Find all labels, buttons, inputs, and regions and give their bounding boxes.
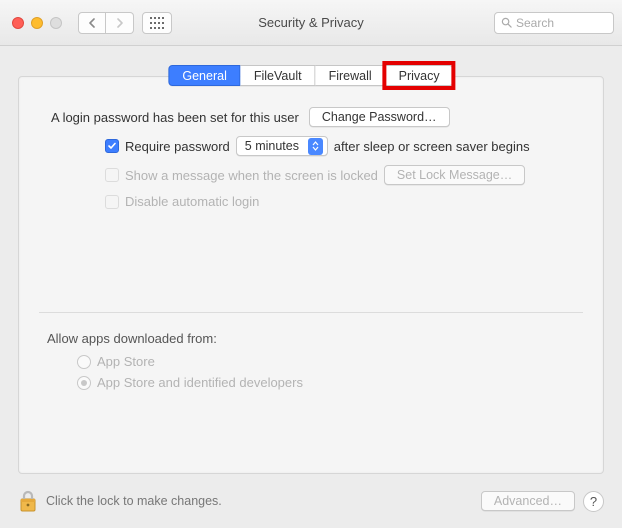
title-bar: Security & Privacy Search xyxy=(0,0,622,46)
search-icon xyxy=(501,17,512,28)
button-label: Change Password… xyxy=(322,110,437,124)
tab-bar: General FileVault Firewall Privacy xyxy=(168,65,453,86)
change-password-button[interactable]: Change Password… xyxy=(309,107,450,127)
tab-general[interactable]: General xyxy=(168,65,240,86)
button-label: Advanced… xyxy=(494,494,562,508)
tab-firewall[interactable]: Firewall xyxy=(316,65,386,86)
preferences-body: General FileVault Firewall Privacy A log… xyxy=(0,46,622,528)
tab-label: FileVault xyxy=(254,69,302,83)
radio-app-store xyxy=(77,355,91,369)
require-password-delay-select[interactable]: 5 minutes xyxy=(236,136,328,156)
select-value: 5 minutes xyxy=(245,139,299,153)
require-password-label: Require password xyxy=(125,139,230,154)
nav-buttons xyxy=(78,12,134,34)
show-message-checkbox xyxy=(105,168,119,182)
downloads-heading: Allow apps downloaded from: xyxy=(47,331,575,346)
tab-label: General xyxy=(182,69,226,83)
chevron-up-down-icon xyxy=(308,138,323,155)
close-window-button[interactable] xyxy=(12,17,24,29)
lock-text: Click the lock to make changes. xyxy=(46,494,222,508)
tab-label: Privacy xyxy=(399,69,440,83)
radio-label: App Store xyxy=(97,354,155,369)
general-panel: A login password has been set for this u… xyxy=(18,76,604,474)
radio-app-store-identified xyxy=(77,376,91,390)
button-label: Set Lock Message… xyxy=(397,168,512,182)
forward-button[interactable] xyxy=(106,12,134,34)
help-label: ? xyxy=(590,494,597,509)
login-password-text: A login password has been set for this u… xyxy=(51,110,299,125)
radio-label: App Store and identified developers xyxy=(97,375,303,390)
show-message-label: Show a message when the screen is locked xyxy=(125,168,378,183)
require-password-after-text: after sleep or screen saver begins xyxy=(334,139,530,154)
divider xyxy=(39,312,583,313)
disable-auto-login-label: Disable automatic login xyxy=(125,194,259,209)
minimize-window-button[interactable] xyxy=(31,17,43,29)
footer-bar: Click the lock to make changes. Advanced… xyxy=(18,484,604,518)
tab-privacy[interactable]: Privacy xyxy=(386,65,454,86)
disable-auto-login-checkbox xyxy=(105,195,119,209)
zoom-window-button xyxy=(50,17,62,29)
back-button[interactable] xyxy=(78,12,106,34)
search-placeholder: Search xyxy=(516,16,554,30)
set-lock-message-button: Set Lock Message… xyxy=(384,165,525,185)
tab-label: Firewall xyxy=(329,69,372,83)
window-controls xyxy=(8,17,62,29)
tab-filevault[interactable]: FileVault xyxy=(241,65,316,86)
require-password-checkbox[interactable] xyxy=(105,139,119,153)
help-button[interactable]: ? xyxy=(583,491,604,512)
advanced-button[interactable]: Advanced… xyxy=(481,491,575,511)
search-input[interactable]: Search xyxy=(494,12,614,34)
lock-icon[interactable] xyxy=(18,489,38,513)
show-all-prefs-button[interactable] xyxy=(142,12,172,34)
